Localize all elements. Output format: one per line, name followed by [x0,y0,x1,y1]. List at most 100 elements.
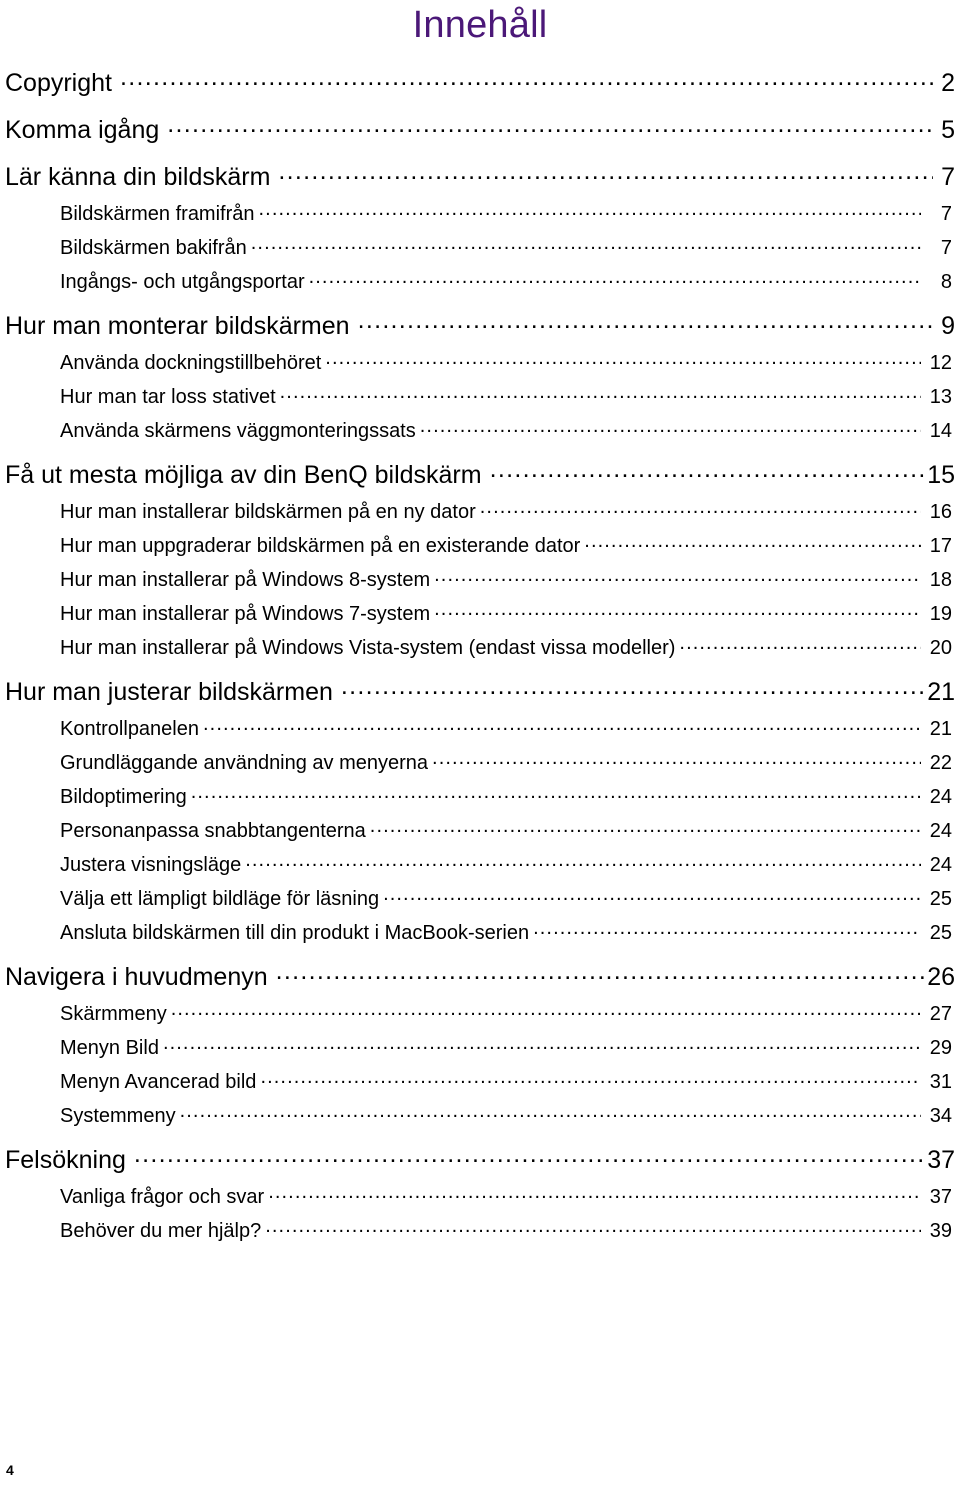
toc-dot-leader [341,675,927,700]
toc-entry-level-1[interactable]: Felsökning 37 [5,1143,955,1174]
toc-dot-leader [180,1102,921,1122]
toc-entry-level-1[interactable]: Få ut mesta möjliga av din BenQ bildskär… [5,458,955,489]
toc-entry-level-2[interactable]: Justera visningsläge 24 [5,851,955,876]
toc-dot-leader [276,960,928,985]
toc-entry-level-2[interactable]: Hur man installerar på Windows Vista-sys… [5,634,955,659]
toc-entry-level-2[interactable]: Ingångs- och utgångsportar 8 [5,268,955,293]
toc-entry-label: Behöver du mer hjälp? [60,1220,262,1242]
toc-entry-page-number: 20 [929,637,952,659]
toc-entry-page-number: 34 [929,1105,952,1127]
toc-entry-level-2[interactable]: Hur man installerar bildskärmen på en ny… [5,498,955,523]
toc-entry-page-number: 18 [929,569,952,591]
toc-entry-page-number: 37 [929,1186,952,1208]
toc-entry-page-number: 9 [941,312,955,340]
toc-entry-label: Välja ett lämpligt bildläge för läsning [60,888,380,910]
toc-dot-leader [259,200,921,220]
toc-entry-page-number: 24 [929,820,952,842]
toc-entry-label: Hur man justerar bildskärmen [5,678,333,706]
toc-entry-page-number: 5 [941,116,955,144]
toc-entry-level-2[interactable]: Hur man tar loss stativet 13 [5,383,955,408]
toc-entry-label: Grundläggande användning av menyerna [60,752,429,774]
toc-entry-label: Hur man installerar bildskärmen på en ny… [60,501,476,523]
toc-dot-leader [163,1034,921,1054]
toc-entry-level-1[interactable]: Navigera i huvudmenyn 26 [5,960,955,991]
toc-entry-page-number: 15 [927,461,955,489]
toc-dot-leader [533,919,921,939]
toc-dot-leader [358,309,933,334]
toc-entry-page-number: 7 [940,237,952,259]
toc-entry-page-number: 7 [941,163,955,191]
toc-entry-label: Bildskärmen bakifrån [60,237,247,259]
toc-dot-leader [584,532,921,552]
toc-entry-page-number: 19 [929,603,952,625]
toc-dot-leader [480,498,921,518]
toc-entry-level-1[interactable]: Komma igång 5 [5,113,955,144]
toc-entry-level-2[interactable]: Grundläggande användning av menyerna 22 [5,749,955,774]
toc-entry-label: Justera visningsläge [60,854,242,876]
toc-entry-label: Få ut mesta möjliga av din BenQ bildskär… [5,461,482,489]
toc-entry-label: Menyn Bild [60,1037,159,1059]
toc-entry-level-2[interactable]: Kontrollpanelen 21 [5,715,955,740]
toc-dot-leader [268,1183,921,1203]
toc-entry-page-number: 29 [929,1037,952,1059]
toc-entry-page-number: 2 [941,69,955,97]
page-title: Innehåll [412,4,548,46]
toc-dot-leader [434,600,921,620]
toc-entry-label: Vanliga frågor och svar [60,1186,265,1208]
toc-entry-page-number: 25 [929,922,952,944]
toc-dot-leader [280,383,921,403]
toc-entry-level-2[interactable]: Hur man uppgraderar bildskärmen på en ex… [5,532,955,557]
toc-dot-leader [260,1068,921,1088]
toc-entry-label: Hur man installerar på Windows 8-system [60,569,431,591]
toc-entry-level-1[interactable]: Hur man monterar bildskärmen 9 [5,309,955,340]
toc-entry-label: Systemmeny [60,1105,176,1127]
toc-entry-page-number: 24 [929,786,952,808]
toc-dot-leader [203,715,921,735]
toc-entry-label: Ansluta bildskärmen till din produkt i M… [60,922,530,944]
toc-entry-level-2[interactable]: Ansluta bildskärmen till din produkt i M… [5,919,955,944]
toc-entry-label: Bildoptimering [60,786,187,808]
toc-entry-label: Skärmmeny [60,1003,167,1025]
toc-entry-level-2[interactable]: Menyn Avancerad bild 31 [5,1068,955,1093]
toc-dot-leader [245,851,921,871]
toc-entry-level-2[interactable]: Välja ett lämpligt bildläge för läsning 2… [5,885,955,910]
toc-dot-leader [265,1217,921,1237]
toc-entry-page-number: 25 [929,888,952,910]
toc-entry-label: Hur man installerar på Windows Vista-sys… [60,637,676,659]
toc-entry-level-1[interactable]: Copyright 2 [5,66,955,97]
toc-entry-level-2[interactable]: Bildskärmen bakifrån 7 [5,234,955,259]
toc-entry-label: Bildskärmen framifrån [60,203,255,225]
toc-entry-level-1[interactable]: Lär känna din bildskärm 7 [5,160,955,191]
toc-entry-level-2[interactable]: Skärmmeny 27 [5,1000,955,1025]
toc-entry-page-number: 37 [927,1146,955,1174]
toc-entry-level-2[interactable]: Behöver du mer hjälp? 39 [5,1217,955,1242]
toc-entry-page-number: 24 [929,854,952,876]
toc-entry-level-1[interactable]: Hur man justerar bildskärmen 21 [5,675,955,706]
toc-entry-level-2[interactable]: Använda skärmens väggmonteringssats 14 [5,417,955,442]
toc-dot-leader [278,160,933,185]
toc-entry-level-2[interactable]: Menyn Bild 29 [5,1034,955,1059]
toc-entry-label: Använda dockningstillbehöret [60,352,322,374]
toc-entry-label: Copyright [5,69,112,97]
toc-dot-leader [432,749,921,769]
toc-dot-leader [167,113,933,138]
toc-entry-level-2[interactable]: Systemmeny 34 [5,1102,955,1127]
toc-entry-level-2[interactable]: Bildoptimering 24 [5,783,955,808]
toc-entry-label: Felsökning [5,1146,126,1174]
toc-dot-leader [309,268,921,288]
toc-entry-level-2[interactable]: Använda dockningstillbehöret 12 [5,349,955,374]
toc-entry-level-2[interactable]: Hur man installerar på Windows 7-system 1… [5,600,955,625]
toc-entry-page-number: 26 [927,963,955,991]
toc-entry-label: Hur man monterar bildskärmen [5,312,350,340]
toc-entry-level-2[interactable]: Vanliga frågor och svar 37 [5,1183,955,1208]
toc-entry-page-number: 13 [929,386,952,408]
toc-entry-label: Hur man tar loss stativet [60,386,276,408]
toc-dot-leader [251,234,921,254]
toc-entry-label: Kontrollpanelen [60,718,199,740]
footer-page-number: 4 [6,1462,14,1478]
toc-entry-level-2[interactable]: Personanpassa snabbtangenterna 24 [5,817,955,842]
toc-entry-page-number: 21 [929,718,952,740]
toc-entry-level-2[interactable]: Hur man installerar på Windows 8-system 1… [5,566,955,591]
toc-entry-page-number: 7 [940,203,952,225]
toc-entry-level-2[interactable]: Bildskärmen framifrån 7 [5,200,955,225]
